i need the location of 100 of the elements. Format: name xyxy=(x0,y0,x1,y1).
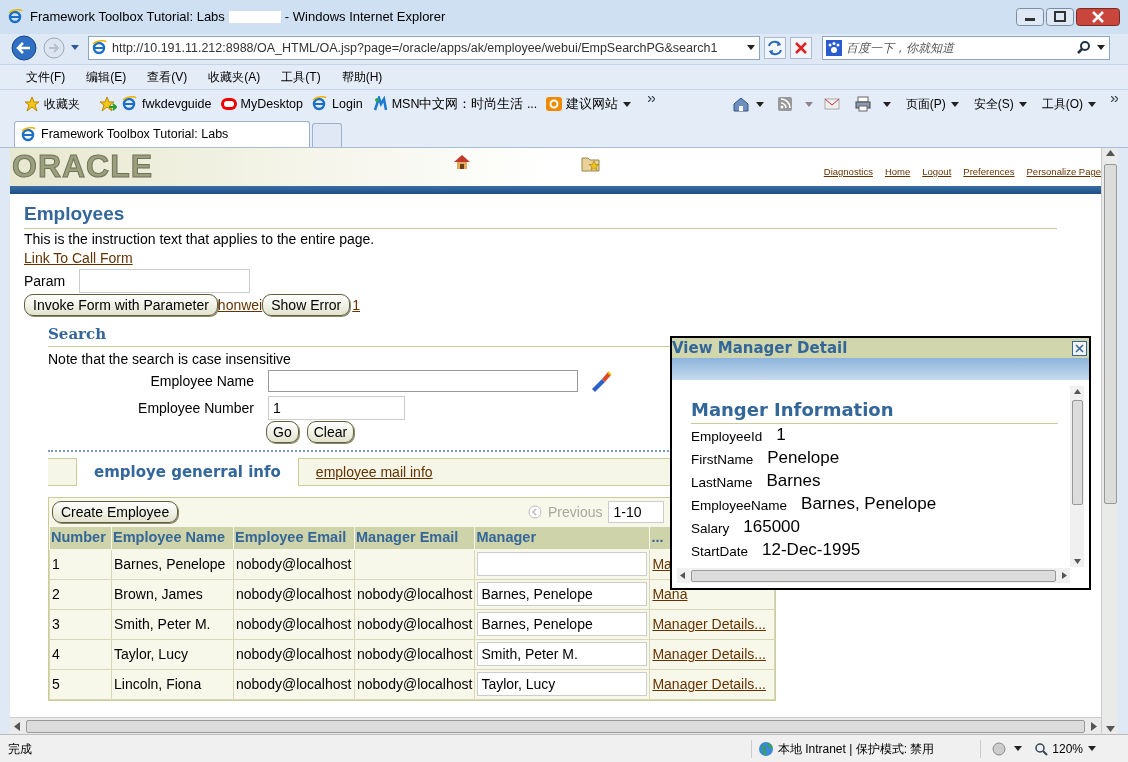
global-link[interactable]: Logout xyxy=(922,165,952,180)
search-field[interactable]: 百度一下，你就知道 xyxy=(822,36,1110,60)
table-cell: 1 xyxy=(49,549,112,580)
page-icon xyxy=(21,126,37,143)
search-button[interactable]: Go xyxy=(266,421,299,443)
print-icon[interactable] xyxy=(854,96,871,112)
global-link[interactable]: Home xyxy=(884,165,911,180)
favorite-link[interactable]: MSN中文网：时尚生活 ... xyxy=(371,94,538,114)
manager-field[interactable]: Taylor, Lucy xyxy=(477,672,648,697)
vertical-scrollbar[interactable] xyxy=(1070,386,1084,567)
chevron-icon[interactable] xyxy=(648,96,656,102)
chevron-icon[interactable] xyxy=(1111,96,1118,102)
house-icon[interactable] xyxy=(453,154,472,170)
back-button[interactable] xyxy=(10,34,38,62)
stop-button[interactable] xyxy=(790,37,812,59)
page-icon xyxy=(122,96,138,112)
favorites-button[interactable]: 收藏夹 xyxy=(24,95,80,113)
name-field[interactable] xyxy=(268,370,578,392)
scroll-up-icon[interactable] xyxy=(1073,389,1081,394)
scroll-thumb[interactable] xyxy=(1071,400,1083,505)
manager-field[interactable]: Smith, Peter M. xyxy=(477,642,648,667)
scroll-thumb[interactable] xyxy=(691,569,1056,582)
browser-tab[interactable]: Framework Toolbox Tutorial: Labs xyxy=(14,121,310,147)
table-cell: Taylor, Lucy xyxy=(111,639,234,670)
zoom-button[interactable]: 120% xyxy=(1034,739,1096,758)
caret-icon[interactable] xyxy=(881,100,891,108)
scroll-down-icon[interactable] xyxy=(1105,726,1115,732)
global-link[interactable]: Personalize Page xyxy=(1026,165,1101,180)
paw-icon xyxy=(826,40,842,56)
minimize-button[interactable] xyxy=(1016,8,1044,26)
details-link[interactable]: Mana xyxy=(652,585,688,602)
menu-item[interactable]: 工具(T) xyxy=(281,68,321,86)
scroll-up-icon[interactable] xyxy=(1105,150,1115,156)
number-field[interactable]: 1 xyxy=(268,396,405,420)
mail-icon[interactable] xyxy=(823,96,840,112)
refresh-button[interactable] xyxy=(764,37,786,59)
create-employee-button[interactable]: Create Employee xyxy=(52,501,179,523)
favorite-link[interactable]: 建议网站 xyxy=(546,94,632,114)
table-cell: nobody@localhost xyxy=(233,669,355,700)
command-menu[interactable]: 安全(S) xyxy=(973,95,1027,113)
manager-field[interactable]: Barnes, Penelope xyxy=(477,612,648,637)
scroll-right-icon[interactable] xyxy=(1091,721,1097,731)
sub-tab[interactable]: employe generral info xyxy=(76,458,299,486)
close-icon[interactable] xyxy=(1072,340,1087,356)
menu-item[interactable]: 帮助(H) xyxy=(341,68,383,86)
table-cell: Lincoln, Fiona xyxy=(111,669,234,700)
column-header: Manager xyxy=(474,526,650,550)
menu-item[interactable]: 收藏夹(A) xyxy=(208,68,261,86)
caret-icon[interactable] xyxy=(1096,44,1106,52)
horizontal-scrollbar[interactable] xyxy=(10,717,1101,734)
favorite-link[interactable]: MyDesktop xyxy=(220,94,304,114)
add-favorite-icon[interactable] xyxy=(99,96,117,112)
sub-tab[interactable]: employee mail info xyxy=(298,458,450,486)
form-link[interactable]: Link To Call Form xyxy=(24,249,133,268)
globe-icon xyxy=(757,740,774,757)
global-link[interactable]: Diagnostics xyxy=(823,165,873,180)
favorites-folder-icon[interactable] xyxy=(581,155,602,173)
table-cell: nobody@localhost xyxy=(233,639,355,670)
menu-item[interactable]: 文件(F) xyxy=(26,68,66,86)
redaction-block xyxy=(228,11,281,23)
scroll-thumb[interactable] xyxy=(26,719,1085,733)
feed-icon[interactable] xyxy=(776,96,793,112)
command-menu[interactable]: 页面(P) xyxy=(905,95,959,113)
global-link[interactable]: Preferences xyxy=(963,165,1015,180)
invoke-button[interactable]: Invoke Form with Parameter xyxy=(24,294,218,316)
home-icon[interactable] xyxy=(731,96,750,112)
search-input[interactable]: 百度一下，你就知道 xyxy=(846,39,1072,57)
suggest-icon xyxy=(546,96,563,112)
caret-icon[interactable] xyxy=(1013,745,1023,752)
browser-icon xyxy=(8,9,24,25)
scroll-down-icon[interactable] xyxy=(1073,559,1081,564)
caret-icon[interactable] xyxy=(746,44,756,52)
favorite-link[interactable]: fwkdevguide xyxy=(122,94,212,114)
search-button[interactable]: Clear xyxy=(306,421,355,443)
field-label: Param xyxy=(24,271,66,291)
address-field[interactable]: http://10.191.11.212:8988/OA_HTML/OA.jsp?page=/oracle/apps/ak/employee/webui/EmpSearchPG&search1 xyxy=(88,36,760,60)
menu-item[interactable]: 查看(V) xyxy=(147,68,188,86)
manager-field[interactable] xyxy=(477,552,648,577)
table-cell: nobody@localhost xyxy=(233,609,355,640)
range-select[interactable]: 1-10 xyxy=(608,501,665,523)
table-cell: nobody@localhost xyxy=(233,549,355,580)
vertical-scrollbar[interactable] xyxy=(1101,148,1118,734)
favorite-link[interactable]: Login xyxy=(312,94,363,114)
count-link[interactable]: 1 xyxy=(352,294,361,316)
param-field[interactable] xyxy=(79,269,251,293)
horizontal-scrollbar[interactable] xyxy=(677,568,1070,583)
command-menu[interactable]: 工具(O) xyxy=(1041,95,1096,113)
search-icon[interactable] xyxy=(1076,40,1092,56)
menu-item[interactable]: 编辑(E) xyxy=(86,68,127,86)
close-button[interactable] xyxy=(1076,8,1120,26)
show-error-button[interactable]: Show Error xyxy=(262,294,351,316)
scroll-left-icon[interactable] xyxy=(14,721,20,731)
user-link[interactable]: honwei xyxy=(217,294,263,316)
table-cell: nobody@localhost xyxy=(354,579,475,610)
scroll-thumb[interactable] xyxy=(1103,164,1117,504)
scroll-right-icon[interactable] xyxy=(1062,572,1067,579)
scroll-left-icon[interactable] xyxy=(680,572,685,579)
caret-icon[interactable] xyxy=(754,100,764,108)
manager-field[interactable]: Barnes, Penelope xyxy=(477,582,648,607)
maximize-button[interactable] xyxy=(1046,8,1074,26)
